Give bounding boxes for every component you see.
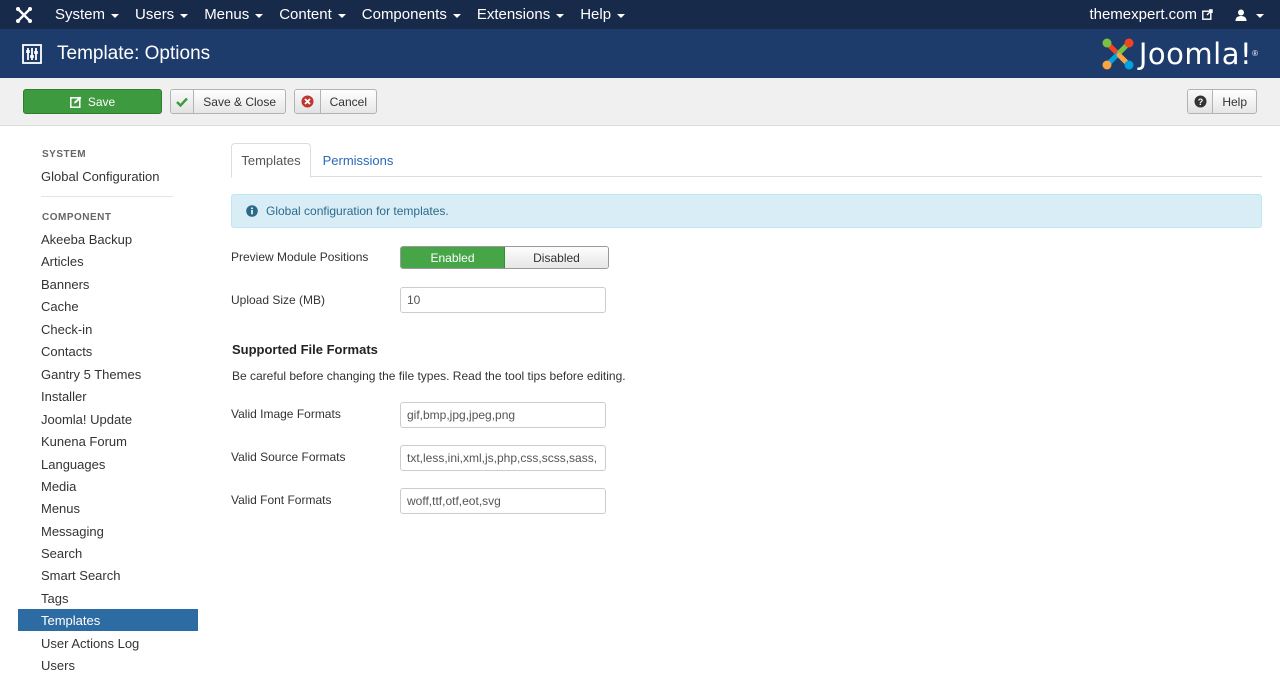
info-icon [246,205,258,217]
caret-down-icon [255,13,264,18]
sidebar-item-global-configuration[interactable]: Global Configuration [18,165,198,187]
sidebar-item-contacts[interactable]: Contacts [18,340,198,362]
toolbar: Save Save & Close Cancel ? Help [0,78,1280,126]
sidebar-item-installer[interactable]: Installer [18,385,198,407]
external-link-icon [1202,9,1213,20]
sidebar-item-kunena-forum[interactable]: Kunena Forum [18,430,198,452]
caret-down-icon [1256,13,1264,18]
sidebar-item-check-in[interactable]: Check-in [18,318,198,340]
sidebar-item-templates[interactable]: Templates [18,609,198,631]
menu-components-label: Components [361,6,447,23]
sidebar-item-banners[interactable]: Banners [18,273,198,295]
svg-text:?: ? [1197,97,1203,107]
sidebar-item-articles[interactable]: Articles [18,250,198,272]
caret-down-icon [337,13,346,18]
save-close-button[interactable]: Save & Close [170,89,286,114]
registered-mark: ® [1252,49,1258,58]
preview-module-positions-label: Preview Module Positions [231,250,369,264]
menu-menus[interactable]: Menus [196,0,271,29]
sidebar-item-cache[interactable]: Cache [18,295,198,317]
caret-down-icon [556,13,565,18]
sidebar-item-menus[interactable]: Menus [18,497,198,519]
page-title: Template: Options [57,42,211,64]
valid-source-formats-label: Valid Source Formats [231,450,346,464]
options-tabs: Templates Permissions [231,143,1262,178]
help-button[interactable]: ? Help [1187,89,1257,114]
save-button[interactable]: Save [23,89,162,114]
valid-source-formats-input[interactable]: txt,less,ini,xml,js,php,css,scss,sass, [400,445,606,471]
sidebar-divider [41,196,173,197]
caret-down-icon [452,13,461,18]
sidebar-item-media[interactable]: Media [18,475,198,497]
sidebar-item-tags[interactable]: Tags [18,587,198,609]
check-icon [171,90,195,113]
joomla-icon[interactable] [0,0,47,29]
user-icon [1235,9,1247,21]
sidebar-item-akeeba-backup[interactable]: Akeeba Backup [18,228,198,250]
disabled-option[interactable]: Disabled [505,247,608,268]
menu-extensions[interactable]: Extensions [469,0,572,29]
question-icon: ? [1188,90,1214,113]
valid-image-formats-label: Valid Image Formats [231,407,341,421]
page-header: Template: Options Joomla! ® [0,29,1280,78]
sidebar-item-search[interactable]: Search [18,542,198,564]
sidebar-item-smart-search[interactable]: Smart Search [18,564,198,586]
joomla-brand-icon [1102,38,1134,69]
menu-users[interactable]: Users [127,0,196,29]
enabled-option[interactable]: Enabled [401,247,505,268]
upload-size-label: Upload Size (MB) [231,293,326,307]
menu-help[interactable]: Help [572,0,633,29]
menu-components[interactable]: Components [354,0,469,29]
sliders-icon [21,43,43,65]
sidebar-item-languages[interactable]: Languages [18,453,198,475]
valid-font-formats-label: Valid Font Formats [231,493,332,507]
menu-system-label: System [55,6,106,23]
menu-content-label: Content [279,6,332,23]
caret-down-icon [617,13,626,18]
section-description: Be careful before changing the file type… [232,369,626,383]
tab-templates[interactable]: Templates [231,143,311,178]
preview-module-positions-toggle: Enabled Disabled [400,246,609,269]
valid-image-formats-input[interactable]: gif,bmp,jpg,jpeg,png [400,402,606,428]
sidebar-item-joomla-update[interactable]: Joomla! Update [18,408,198,430]
info-alert: Global configuration for templates. [231,194,1262,228]
top-navbar: System Users Menus Content Components Ex… [0,0,1280,29]
menu-system[interactable]: System [47,0,127,29]
save-label: Save [87,94,116,109]
menu-content[interactable]: Content [271,0,354,29]
sidebar-item-users[interactable]: Users [18,654,198,676]
cancel-label: Cancel [329,94,367,109]
caret-down-icon [180,13,189,18]
section-title: Supported File Formats [232,342,378,357]
valid-font-formats-input[interactable]: woff,ttf,otf,eot,svg [400,488,606,514]
alert-text: Global configuration for templates. [266,204,449,218]
site-link[interactable]: themexpert.com [1079,6,1223,23]
sidebar-item-messaging[interactable]: Messaging [18,520,198,542]
cancel-button[interactable]: Cancel [294,89,377,114]
cancel-icon [295,90,321,113]
tab-permissions[interactable]: Permissions [317,143,399,177]
menu-menus-label: Menus [204,6,250,23]
sidebar-item-user-actions-log[interactable]: User Actions Log [18,632,198,654]
upload-size-input[interactable]: 10 [400,287,606,313]
brand-name: Joomla! [1138,36,1253,71]
edit-icon [69,96,82,108]
caret-down-icon [111,13,120,18]
user-menu[interactable] [1223,9,1270,21]
menu-users-label: Users [135,6,175,23]
menu-help-label: Help [580,6,612,23]
help-label: Help [1222,94,1247,109]
site-name: themexpert.com [1089,6,1197,23]
sidebar-item-gantry-5-themes[interactable]: Gantry 5 Themes [18,363,198,385]
sidebar-component-header: COMPONENT [42,212,112,223]
joomla-logo: Joomla! ® [1101,37,1258,71]
menu-extensions-label: Extensions [476,6,551,23]
sidebar-system-header: SYSTEM [42,149,87,160]
save-close-label: Save & Close [203,94,276,109]
